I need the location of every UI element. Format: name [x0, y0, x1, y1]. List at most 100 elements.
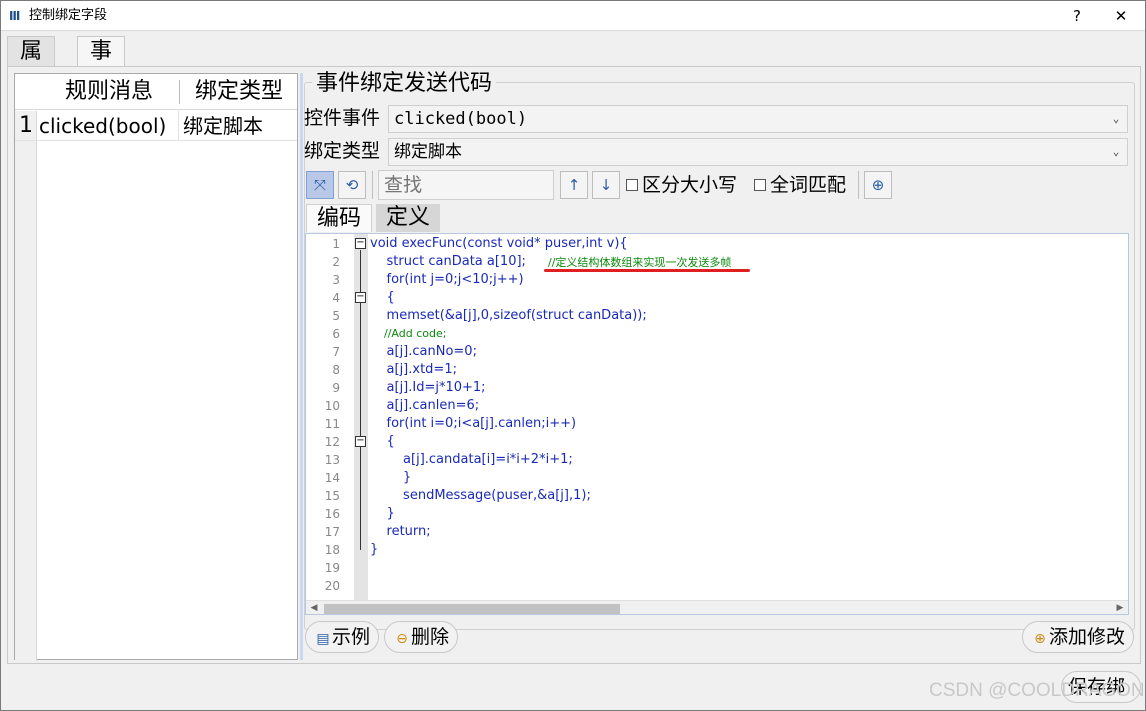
code-editor[interactable]: 1 2 3 4 5 6 7 8 9 10 11 12 13 14 15 16 1…	[305, 233, 1129, 615]
line-number: 15	[324, 489, 340, 503]
line-number: 12	[324, 435, 340, 449]
horizontal-scrollbar[interactable]: ◀ ▶	[306, 600, 1128, 614]
line-number: 4	[332, 291, 340, 305]
line-number: 7	[332, 345, 340, 359]
tab-code[interactable]: 编码	[306, 204, 373, 232]
code-line: a[j].candata[i]=i*i+2*i+1;	[370, 452, 573, 467]
code-line: for(int i=0;i<a[j].canlen;i++)	[370, 416, 577, 431]
panel-splitter[interactable]	[300, 73, 303, 660]
row-number-column	[15, 111, 37, 661]
scroll-left-icon[interactable]: ◀	[306, 601, 322, 614]
scrollbar-thumb[interactable]	[324, 604, 620, 614]
expand-icon[interactable]: ⤧	[306, 171, 334, 199]
document-icon: ▤	[316, 631, 330, 647]
fold-margin	[354, 234, 368, 600]
line-number: 3	[332, 273, 340, 287]
bind-type-value: 绑定脚本	[394, 142, 462, 162]
code-line: }	[370, 542, 379, 557]
control-event-label: 控件事件	[304, 107, 381, 129]
add-modify-button-label: 添加修改	[1049, 626, 1126, 648]
example-button[interactable]: ▤ 示例	[305, 621, 380, 653]
line-number: 9	[332, 381, 340, 395]
code-line: {	[370, 290, 395, 305]
header-bind-type[interactable]: 绑定类型	[181, 77, 297, 107]
minus-circle-icon: ⊖	[396, 631, 408, 647]
delete-button-label: 删除	[411, 626, 450, 648]
code-line: {	[370, 434, 395, 449]
scroll-right-icon[interactable]: ▶	[1112, 601, 1128, 614]
tab-events[interactable]: 事件	[77, 36, 126, 94]
group-title: 事件绑定发送代码	[312, 69, 497, 99]
cell-message[interactable]: clicked(bool)	[39, 111, 179, 141]
whole-word-checkbox[interactable]	[754, 179, 766, 191]
line-number: 14	[324, 471, 340, 485]
header-divider	[179, 80, 180, 104]
bind-type-select[interactable]: 绑定脚本 ⌄	[388, 138, 1128, 166]
line-number: 5	[332, 309, 340, 323]
header-rule-message[interactable]: 规则消息	[39, 77, 179, 107]
plus-circle-icon: ⊕	[1034, 631, 1046, 647]
line-number: 2	[332, 255, 340, 269]
code-line: struct canData a[10];	[370, 254, 526, 269]
line-number: 11	[324, 417, 340, 431]
code-line: a[j].canNo=0;	[370, 344, 477, 359]
case-sensitive-checkbox[interactable]	[626, 179, 638, 191]
line-number: 19	[324, 561, 340, 575]
code-line: return;	[370, 524, 431, 539]
rule-table-header: 规则消息 绑定类型	[15, 74, 297, 110]
close-button[interactable]: ✕	[1101, 1, 1141, 31]
code-line: }	[370, 470, 412, 485]
line-number: 17	[324, 525, 340, 539]
arrow-up-icon[interactable]: ↑	[560, 171, 588, 199]
line-number: 1	[332, 237, 340, 251]
line-number: 6	[332, 327, 340, 341]
code-line: a[j].canlen=6;	[370, 398, 480, 413]
code-line: memset(&a[j],0,sizeof(struct canData));	[370, 308, 647, 323]
chevron-down-icon: ⌄	[1112, 112, 1120, 125]
help-button[interactable]: ?	[1057, 1, 1097, 31]
case-sensitive-label: 区分大小写	[642, 174, 738, 196]
title-bar: Ⅲ 控制绑定字段 ? ✕	[1, 1, 1145, 31]
code-line: void execFunc(const void* puser,int v){	[370, 236, 628, 251]
control-event-select[interactable]: clicked(bool) ⌄	[388, 105, 1128, 133]
line-number: 10	[324, 399, 340, 413]
app-icon: Ⅲ	[9, 9, 21, 23]
bind-type-label: 绑定类型	[304, 140, 381, 162]
line-number: 13	[324, 453, 340, 467]
example-button-label: 示例	[332, 626, 371, 648]
line-number: 16	[324, 507, 340, 521]
events-panel: 规则消息 绑定类型 1 clicked(bool) 绑定脚本 事件绑定发送代码 …	[7, 66, 1141, 664]
code-line: sendMessage(puser,&a[j],1);	[370, 488, 591, 503]
tab-definition[interactable]: 定义	[376, 204, 441, 232]
control-event-value: clicked(bool)	[394, 109, 528, 129]
whole-word-label: 全词匹配	[770, 174, 847, 196]
cell-bind-type[interactable]: 绑定脚本	[183, 111, 295, 141]
toolbar-divider	[372, 171, 373, 199]
delete-button[interactable]: ⊖ 删除	[384, 621, 459, 653]
fold-toggle-icon[interactable]: −	[355, 292, 366, 303]
format-icon[interactable]: ⟲	[338, 171, 366, 199]
code-line: for(int j=0;j<10;j++)	[370, 272, 524, 287]
arrow-down-icon[interactable]: ↓	[592, 171, 620, 199]
chevron-down-icon: ⌄	[1112, 145, 1120, 158]
rule-table: 规则消息 绑定类型 1 clicked(bool) 绑定脚本	[14, 73, 298, 661]
line-number: 18	[324, 543, 340, 557]
dialog-window: Ⅲ 控制绑定字段 ? ✕ 属性 事件 规则消息 绑定类型 1 clicked(b…	[0, 0, 1146, 711]
line-number: 20	[324, 579, 340, 593]
code-line: a[j].Id=j*10+1;	[370, 380, 486, 395]
red-annotation-underline	[544, 269, 750, 272]
row-number: 1	[19, 113, 33, 138]
toolbar-divider	[858, 171, 859, 199]
line-number-gutter: 1 2 3 4 5 6 7 8 9 10 11 12 13 14 15 16 1…	[306, 234, 354, 600]
table-row[interactable]: 1 clicked(bool) 绑定脚本	[15, 111, 297, 141]
line-number: 8	[332, 363, 340, 377]
add-modify-button[interactable]: ⊕ 添加修改	[1022, 621, 1135, 653]
search-input[interactable]	[378, 170, 554, 200]
code-line: }	[370, 506, 395, 521]
fold-toggle-icon[interactable]: −	[355, 436, 366, 447]
tab-properties[interactable]: 属性	[7, 36, 56, 94]
code-line: a[j].xtd=1;	[370, 362, 457, 377]
zoom-search-icon[interactable]: ⊕	[864, 171, 892, 199]
watermark: CSDN @COOLDRAGON	[929, 680, 1145, 701]
fold-toggle-icon[interactable]: −	[355, 238, 366, 249]
